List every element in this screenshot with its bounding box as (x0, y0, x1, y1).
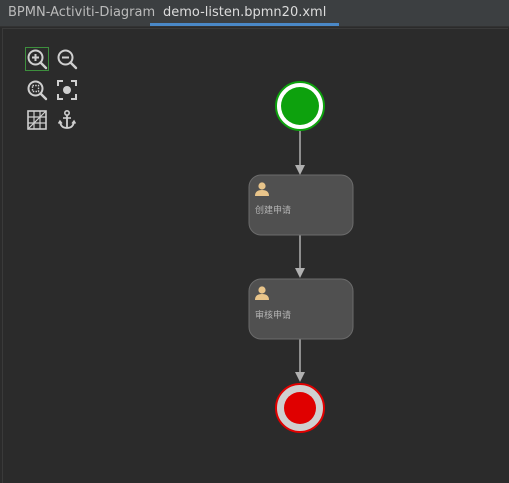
tab-bpmn-activiti-diagram[interactable]: BPMN-Activiti-Diagram (8, 0, 155, 26)
diagram-canvas[interactable]: 创建申请 审核申请 (2, 28, 508, 483)
bpmn-editor-window: BPMN-Activiti-Diagram demo-listen.bpmn20… (0, 0, 509, 483)
start-event[interactable] (275, 81, 325, 131)
task-label: 审核申请 (255, 309, 291, 321)
bpmn-diagram: 创建申请 审核申请 (248, 81, 354, 433)
editor-tab-bar: BPMN-Activiti-Diagram demo-listen.bpmn20… (0, 0, 509, 27)
user-task-review[interactable]: 审核申请 (248, 278, 354, 340)
task-label: 创建申请 (255, 204, 291, 216)
end-event[interactable] (275, 383, 325, 433)
tab-demo-listen-xml[interactable]: demo-listen.bpmn20.xml (150, 0, 340, 26)
user-task-create[interactable]: 创建申请 (248, 174, 354, 236)
